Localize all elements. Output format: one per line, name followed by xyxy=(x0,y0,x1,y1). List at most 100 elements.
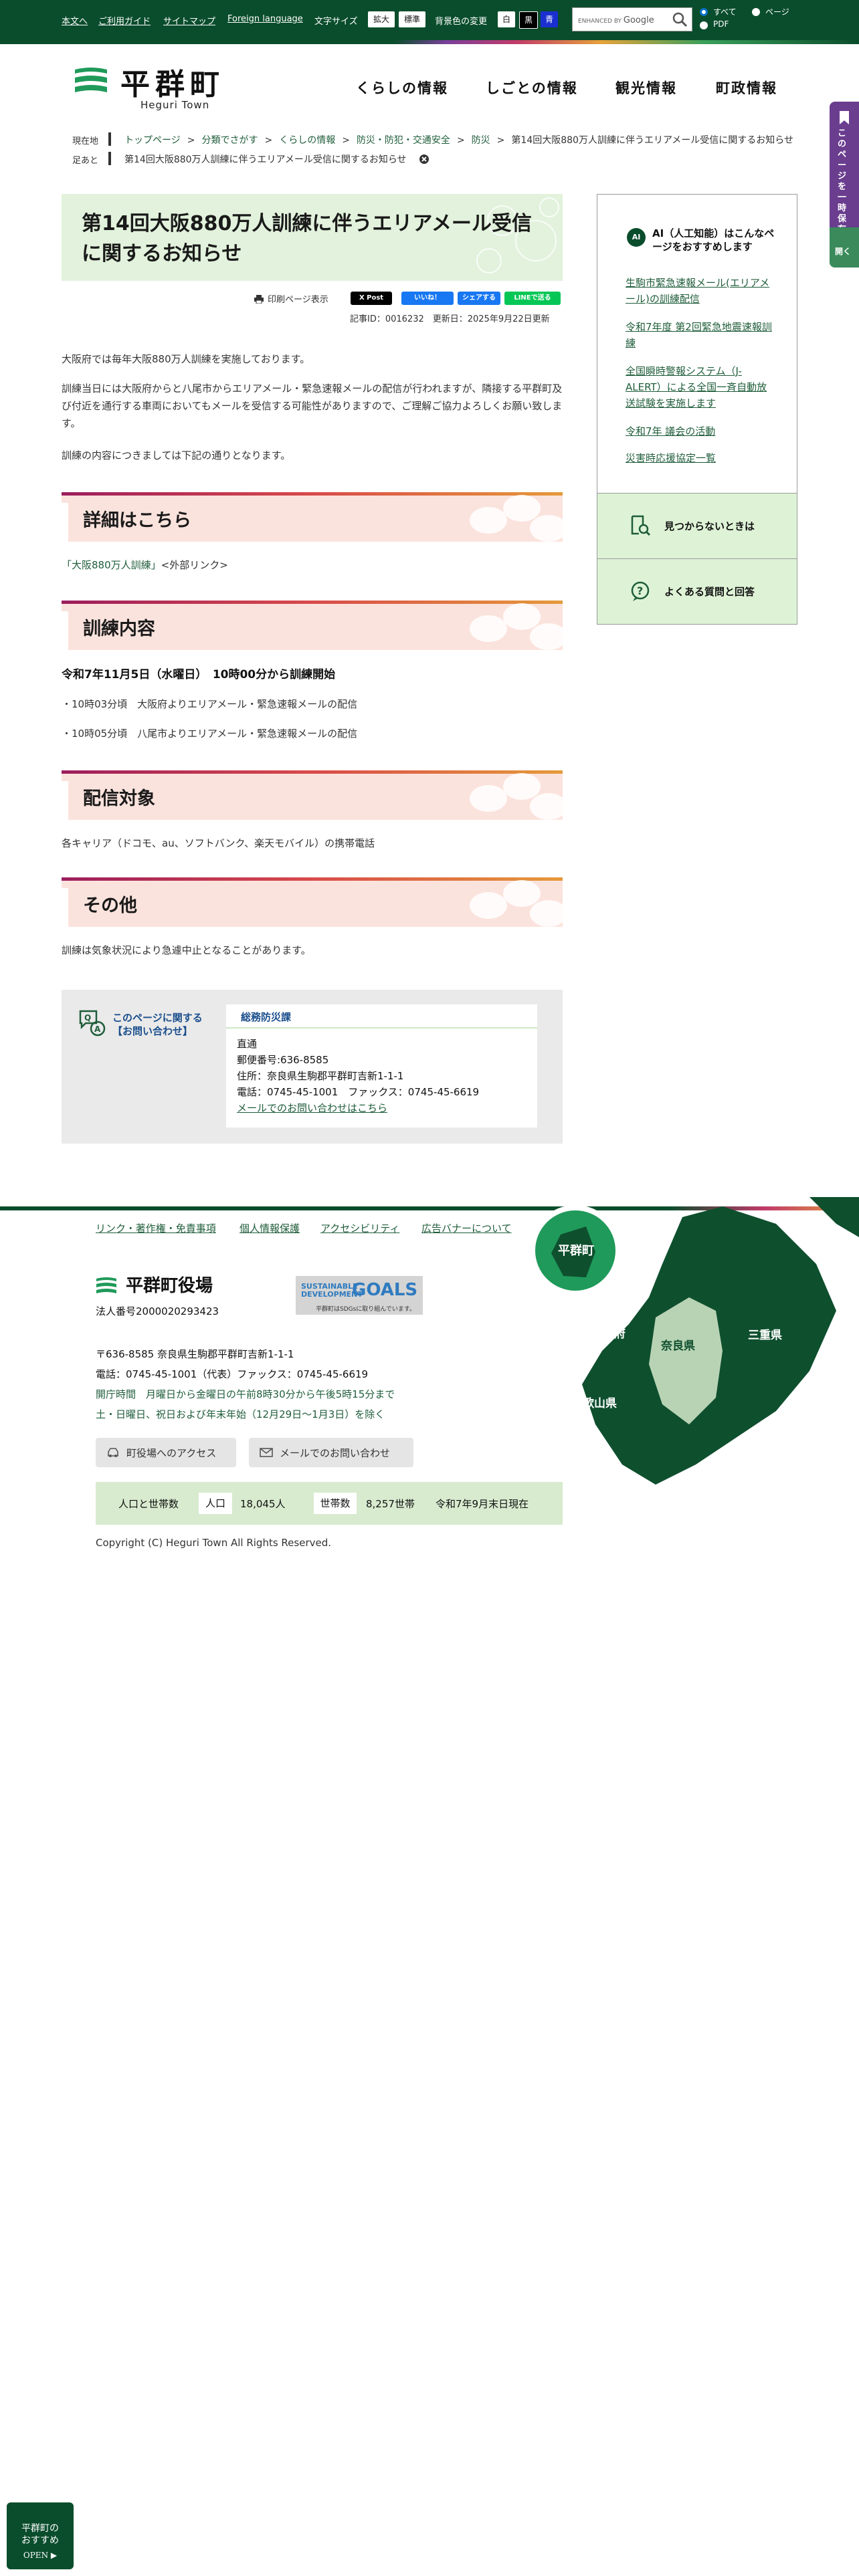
population-label: 人口 xyxy=(199,1493,232,1514)
search-icon[interactable] xyxy=(672,11,688,27)
footer-tel: 電話：0745-45-1001（代表）ファックス：0745-45-6619 xyxy=(96,1368,369,1380)
map-label-osaka: 大阪府 xyxy=(591,1327,626,1341)
skip-to-content-link[interactable]: 本文へ xyxy=(62,14,88,27)
breadcrumb-label: 現在地 xyxy=(72,136,99,146)
footprint: 第14回大阪880万人訓練に伴うエリアメール受信に関するお知らせ xyxy=(124,152,430,166)
breadcrumb-living[interactable]: くらしの情報 xyxy=(279,135,335,146)
map-label-nara: 奈良県 xyxy=(660,1339,695,1353)
intro-paragraph-2: 訓練当日には大阪府からと八尾市からエリアメール・緊急速報メールの配信が行われます… xyxy=(62,383,563,429)
bg-color-label: 背景色の変更 xyxy=(435,17,488,27)
contact-box: Q A このページに関する 【お問い合わせ】 総務防災課 直通 郵便番号:636-… xyxy=(62,990,563,1144)
open-tab-label: 開く xyxy=(835,247,852,256)
intro-paragraph-3: 訓練の内容につきましては下記の通りとなります。 xyxy=(62,449,291,461)
department-name: 総務防災課 xyxy=(241,1011,292,1023)
content-item-2: ・10時05分頃 八尾市よりエリアメール・緊急速報メールの配信 xyxy=(62,728,358,740)
nav-work[interactable]: しごとの情報 xyxy=(486,78,578,98)
other-text: 訓練は気象状況により急遽中止となることがあります。 xyxy=(62,944,311,956)
foreign-language-link[interactable]: Foreign language xyxy=(227,14,303,24)
facebook-share-button[interactable]: シェアする xyxy=(458,292,500,305)
scope-page-radio[interactable] xyxy=(752,8,760,16)
svg-text:A: A xyxy=(94,1025,101,1034)
footer-mail-button[interactable]: メールでのお問い合わせ xyxy=(249,1438,413,1467)
footprint-label: 足あと xyxy=(72,156,99,166)
contact-phone: 電話：0745-45-1001 ファックス：0745-45-6619 xyxy=(237,1086,480,1098)
footer-link-privacy[interactable]: 個人情報保護 xyxy=(240,1221,300,1235)
ai-recommend-title: AI（人工知能）はこんなページをおすすめします xyxy=(652,227,775,253)
bg-white-button[interactable]: 白 xyxy=(498,11,515,27)
footer-hours: 開庁時間 月曜日から金曜日の午前8時30分から午後5時15分まで xyxy=(96,1388,395,1400)
footer-link-copyright[interactable]: リンク・著作権・免責事項 xyxy=(96,1221,216,1235)
bg-blue-button[interactable]: 青 xyxy=(541,11,558,27)
footer-logo-icon xyxy=(96,1277,116,1293)
ai-link-1[interactable]: 生駒市緊急速報メール(エリアメール)の訓練配信 xyxy=(626,275,773,307)
sdgs-banner[interactable]: SUSTAINABLE DEVELOPMENT GOALS 平群町はSDGsに取… xyxy=(296,1276,423,1315)
ai-link-5[interactable]: 災害時応援協定一覧 xyxy=(626,450,773,466)
footer-link-accessibility[interactable]: アクセシビリティ xyxy=(320,1221,399,1235)
scope-pdf-radio[interactable] xyxy=(700,21,708,29)
breadcrumb: トップページ > 分類でさがす > くらしの情報 > 防災・防犯・交通安全 > 防災 > 第14回大… xyxy=(124,135,793,146)
contact-card: 総務防災課 直通 郵便番号:636-8585 住所：奈良県生駒郡平群町吉新1-1-… xyxy=(226,1004,537,1128)
map-label-mie: 三重県 xyxy=(748,1328,782,1342)
map-label-heguri: 平群町 xyxy=(558,1243,594,1258)
detail-link-line: 「大阪880万人訓練」<外部リンク> xyxy=(62,559,228,571)
usage-guide-link[interactable]: ご利用ガイド xyxy=(98,14,151,27)
svg-text:?: ? xyxy=(637,584,643,597)
access-button[interactable]: 町役場へのアクセス xyxy=(96,1438,236,1467)
households-value: 8,257世帯 xyxy=(366,1498,415,1510)
sidebar: AI AI（人工知能）はこんなページをおすすめします 生駒市緊急速報メール(エリ… xyxy=(597,194,797,625)
breadcrumb-top[interactable]: トップページ xyxy=(124,135,181,146)
line-share-button[interactable]: LINEで送る xyxy=(504,292,561,305)
close-icon[interactable] xyxy=(419,154,430,165)
population-stats: 人口と世帯数 人口 18,045人 世帯数 8,257世帯 令和7年9月末日現在 xyxy=(96,1482,563,1525)
content-item-1: ・10時03分頃 大阪府よりエリアメール・緊急速報メールの配信 xyxy=(62,698,358,710)
font-normal-button[interactable]: 標準 xyxy=(399,11,425,27)
printer-icon xyxy=(254,295,264,304)
ai-icon: AI xyxy=(627,228,646,247)
facebook-like-button[interactable]: いいね！ xyxy=(401,292,454,305)
sitemap-link[interactable]: サイトマップ xyxy=(163,14,215,27)
map-label-wakayama: 和歌山県 xyxy=(571,1396,617,1410)
not-found-button[interactable]: 見つからないときは xyxy=(597,493,797,558)
section-heading-detail: 詳細はこちら xyxy=(62,492,563,542)
nav-tourism[interactable]: 観光情報 xyxy=(615,78,677,98)
intro-paragraph-1: 大阪府では毎年大阪880万人訓練を実施しております。 xyxy=(62,353,310,365)
footer-office-name: 平群町役場 xyxy=(126,1276,213,1296)
external-training-link[interactable]: 「大阪880万人訓練」 xyxy=(62,559,161,571)
page-title: 第14回大阪880万人訓練に伴うエリアメール受信に関するお知らせ xyxy=(82,212,532,265)
breadcrumb-category[interactable]: 分類でさがす xyxy=(201,135,258,146)
section-heading-content: 訓練内容 xyxy=(62,601,563,650)
search-doc-icon xyxy=(631,515,651,536)
svg-text:Q: Q xyxy=(84,1013,91,1023)
recommend-open-button[interactable]: 平群町の おすすめ OPEN ▶ xyxy=(7,2502,74,2569)
site-name[interactable]: 平群町 xyxy=(120,60,225,103)
scope-all-radio[interactable] xyxy=(700,8,708,16)
mail-icon xyxy=(260,1448,273,1457)
header-stripe xyxy=(0,40,859,44)
breadcrumb-safety[interactable]: 防災・防犯・交通安全 xyxy=(357,135,450,146)
page-title-box: 第14回大阪880万人訓練に伴うエリアメール受信に関するお知らせ xyxy=(62,194,563,281)
save-page-tab[interactable]: このページを一時保存する 開く xyxy=(830,102,859,267)
footprint-item[interactable]: 第14回大阪880万人訓練に伴うエリアメール受信に関するお知らせ xyxy=(124,154,407,165)
ai-link-2[interactable]: 令和7年度 第2回緊急地震速報訓練 xyxy=(626,319,773,351)
ai-link-4[interactable]: 令和7年 議会の活動 xyxy=(626,423,773,439)
x-post-button[interactable]: X Post xyxy=(351,292,392,305)
bg-black-button[interactable]: 黒 xyxy=(519,11,538,29)
households-label: 世帯数 xyxy=(314,1493,357,1514)
faq-button[interactable]: ? よくある質問と回答 xyxy=(597,558,797,624)
search-input[interactable]: ENHANCED BY Google xyxy=(572,7,692,31)
print-page-link[interactable]: 印刷ページ表示 xyxy=(254,292,328,305)
nav-town-government[interactable]: 町政情報 xyxy=(716,78,777,98)
town-logo-icon[interactable] xyxy=(74,66,108,95)
nav-living[interactable]: くらしの情報 xyxy=(356,78,448,98)
footer-hours-note: 土・日曜日、祝日および年末年始（12月29日～1月3日）を除く xyxy=(96,1408,385,1420)
breadcrumb-disaster[interactable]: 防災 xyxy=(472,135,490,146)
footer-address: 〒636-8585 奈良県生駒郡平群町吉新1-1-1 xyxy=(96,1348,294,1360)
population-value: 18,045人 xyxy=(240,1498,286,1510)
contact-postal: 郵便番号:636-8585 xyxy=(237,1054,329,1066)
contact-qa-icon: Q A xyxy=(79,1010,106,1037)
ai-link-3[interactable]: 全国瞬時警報システム（J-ALERT）による全国一斉自動放送試験を実施します xyxy=(626,363,773,411)
section-heading-other: その他 xyxy=(62,877,563,927)
footer-link-ads[interactable]: 広告バナーについて xyxy=(421,1221,512,1235)
font-large-button[interactable]: 拡大 xyxy=(368,11,395,27)
contact-mail-link[interactable]: メールでのお問い合わせはこちら xyxy=(237,1101,387,1115)
